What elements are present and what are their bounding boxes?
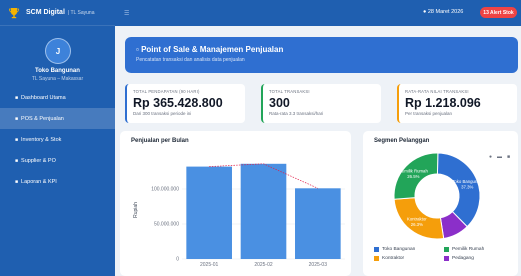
store-name: Toko Bangunan [35, 68, 80, 74]
sidebar-item-inventory[interactable]: ■ Inventory & Stok [0, 129, 115, 150]
sidebar-nav: ■ Dashboard Utama ■ POS & Penjualan ■ In… [0, 87, 115, 192]
legend-label: Pedagang [452, 256, 474, 261]
y-tick-label: 0 [176, 257, 179, 263]
slice-percent: 37.3% [461, 184, 473, 189]
legend-swatch [374, 247, 379, 252]
app-subtitle: | TL Sayuna [67, 9, 95, 16]
bar [295, 188, 341, 259]
report-icon: ■ [15, 178, 19, 185]
sidebar-item-label: POS & Penjualan [21, 115, 64, 122]
kpi-value: Rp 1.218.096 [405, 96, 481, 110]
sidebar-item-pos[interactable]: ■ POS & Penjualan [0, 108, 115, 129]
legend-swatch [444, 256, 449, 261]
sidebar-item-dashboard[interactable]: ■ Dashboard Utama [0, 87, 115, 108]
y-axis-label: Rupiah [133, 202, 139, 218]
sidebar: SCM Digital | TL Sayuna J Toko Bangunan … [0, 0, 115, 276]
sidebar-item-label: Inventory & Stok [21, 136, 62, 143]
legend-label: Kontraktor [382, 256, 405, 261]
kpi-value: 300 [269, 96, 290, 110]
slice-label: Pemilik Rumah [399, 169, 429, 174]
kpi-total-revenue: TOTAL PENDAPATAN (90 HARI) Rp 365.428.80… [125, 84, 245, 123]
calendar-icon: ● [423, 9, 427, 15]
sidebar-item-label: Dashboard Utama [21, 94, 66, 101]
bar [240, 163, 287, 259]
legend-item[interactable]: Pemilik Rumah [444, 247, 514, 252]
legend-item[interactable]: Kontraktor [374, 256, 444, 261]
segment-legend: Toko Bangunan Pemilik Rumah Kontraktor P… [374, 245, 514, 263]
page-header: ▫ Point of Sale & Manajemen Penjualan Pe… [125, 37, 518, 73]
menu-icon[interactable]: ☰ [124, 10, 129, 17]
legend-label: Pemilik Rumah [452, 247, 485, 252]
pos-icon: ▫ [136, 45, 139, 54]
sidebar-item-reports[interactable]: ■ Laporan & KPI [0, 171, 115, 192]
kpi-label: TOTAL TRANSAKSI [269, 89, 310, 94]
kpi-sub: Per transaksi penjualan [405, 111, 453, 116]
dashboard-icon: ■ [15, 94, 19, 101]
user-profile: J Toko Bangunan TL Sayuna – Makassar [0, 26, 115, 86]
date-text: 28 Maret 2026 [427, 9, 464, 15]
sidebar-item-label: Supplier & PO [21, 157, 56, 164]
brand: SCM Digital | TL Sayuna [0, 0, 115, 26]
truck-icon: ■ [15, 157, 19, 164]
trophy-icon [9, 7, 19, 18]
cart-icon: ■ [15, 115, 19, 122]
kpi-avg-transaction: RATA-RATA NILAI TRANSAKSI Rp 1.218.096 P… [397, 84, 517, 123]
x-tick-label: 2025-03 [309, 262, 328, 268]
kpi-sub: Rata-rata 3.3 transaksi/hari [269, 111, 324, 116]
slice-percent: 26.5% [407, 174, 419, 179]
page-title-text: Point of Sale & Manajemen Penjualan [141, 45, 284, 54]
kpi-sub: Dari 300 transaksi periode ini [133, 111, 192, 116]
app-name: SCM Digital [26, 9, 65, 16]
kpi-total-transactions: TOTAL TRANSAKSI 300 Rata-rata 3.3 transa… [261, 84, 381, 123]
store-location: TL Sayuna – Makassar [31, 76, 84, 82]
x-tick-label: 2025-01 [200, 262, 219, 268]
stock-alert-badge[interactable]: 13 Alert Stok [480, 7, 517, 18]
x-tick-label: 2025-02 [254, 262, 273, 268]
legend-swatch [374, 256, 379, 261]
y-tick-label: 50.000.000 [154, 222, 179, 228]
legend-swatch [444, 247, 449, 252]
avatar[interactable]: J [45, 38, 71, 64]
slice-label: Kontraktor [407, 216, 427, 221]
legend-label: Toko Bangunan [382, 247, 416, 252]
legend-item[interactable]: Pedagang [444, 256, 514, 261]
kpi-value: Rp 365.428.800 [133, 96, 223, 110]
slice-label: Toko Bangunan [452, 179, 482, 184]
topbar: ☰ ● 28 Maret 2026 13 Alert Stok [115, 0, 521, 26]
kpi-label: RATA-RATA NILAI TRANSAKSI [405, 89, 469, 94]
donut-slice [436, 152, 481, 228]
sidebar-item-supplier[interactable]: ■ Supplier & PO [0, 150, 115, 171]
sales-chart-card: Penjualan per Bulan 0 50.000.000 100.000.0… [120, 131, 351, 276]
kpi-label: TOTAL PENDAPATAN (90 HARI) [133, 89, 200, 94]
segment-chart-card: Segmen Pelanggan ● ▬ ■ Toko Bangunan 37.3… [363, 131, 518, 276]
page-title: ▫ Point of Sale & Manajemen Penjualan [136, 45, 507, 54]
box-icon: ■ [15, 136, 19, 143]
sales-bar-chart: 0 50.000.000 100.000.000 Rupiah 2025-01 2025-… [133, 163, 345, 268]
current-date: ● 28 Maret 2026 [423, 9, 463, 15]
page-subtitle: Pencatatan transaksi dan analisis data p… [136, 57, 245, 63]
segment-donut-chart: Toko Bangunan37.3%Pedagang9.9%Kontraktor… [393, 152, 483, 243]
bar [186, 166, 232, 259]
y-tick-label: 100.000.000 [151, 187, 179, 193]
legend-item[interactable]: Toko Bangunan [374, 247, 444, 252]
slice-percent: 26.3% [411, 222, 423, 227]
sidebar-item-label: Laporan & KPI [21, 178, 57, 185]
